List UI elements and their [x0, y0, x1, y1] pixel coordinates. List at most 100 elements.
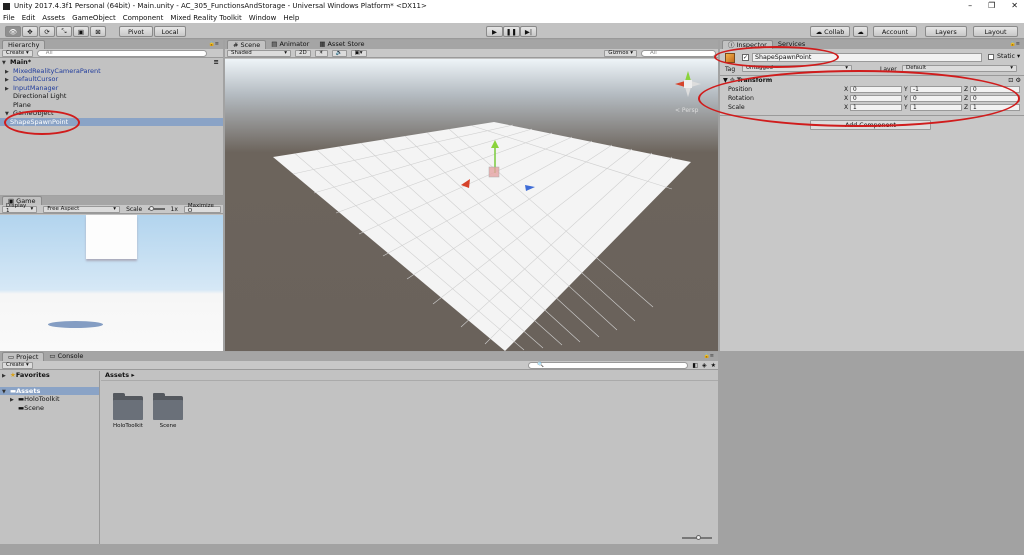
foldout-arrow-icon[interactable]: ▼ [723, 77, 730, 84]
hierarchy-create-button[interactable]: Create ▾ [2, 49, 33, 57]
minimize-button[interactable]: – [968, 0, 972, 12]
transform-tool-icon[interactable]: ⊠ [90, 26, 106, 37]
scale-x-field[interactable]: 1 [850, 104, 902, 111]
position-y-field[interactable]: -1 [910, 86, 962, 93]
scene-root-row[interactable]: ▼ Main* ≡ [0, 58, 223, 67]
hierarchy-item-plane[interactable]: Plane [0, 101, 223, 110]
hierarchy-item-defaultcursor[interactable]: ▶ DefaultCursor [0, 75, 223, 84]
shading-dropdown[interactable]: Shaded ▾ [227, 49, 291, 57]
effects-dropdown-icon[interactable]: ▣▾ [350, 49, 367, 57]
project-breadcrumb[interactable]: Assets ▸ [101, 371, 718, 381]
scene-menu-icon[interactable]: ≡ [214, 58, 219, 67]
hierarchy-search-input[interactable]: All [36, 49, 207, 57]
menu-file[interactable]: File [3, 14, 15, 22]
services-cloud-button[interactable]: ☁ [853, 26, 868, 37]
menu-window[interactable]: Window [249, 14, 277, 22]
game-viewport[interactable] [0, 215, 223, 351]
collapsed-arrow-icon[interactable]: ▶ [2, 372, 10, 381]
static-label[interactable]: Static ▾ [997, 53, 1020, 60]
transform-header[interactable]: ▼ ✥ Transform ⊡ ⚙ [723, 76, 1021, 85]
tab-animator[interactable]: ▤ Animator [266, 40, 314, 49]
lock-icon[interactable]: 🔒≡ [209, 41, 219, 47]
tree-item-scene[interactable]: ▬Scene [0, 404, 99, 413]
rotation-y-field[interactable]: 0 [910, 95, 962, 102]
filter-type-icon[interactable]: ◧ [692, 362, 698, 369]
local-toggle[interactable]: Local [154, 26, 186, 37]
layer-dropdown[interactable]: Default ▾ [902, 65, 1017, 72]
hierarchy-item-gameobject[interactable]: ▼ GameObject [0, 109, 223, 118]
filter-label-icon[interactable]: ◈ [702, 362, 707, 369]
audio-toggle-icon[interactable]: 🔈 [331, 49, 347, 57]
menu-gameobject[interactable]: GameObject [72, 14, 116, 22]
account-dropdown[interactable]: Account [873, 26, 917, 37]
maximize-button[interactable]: ❐ [988, 0, 995, 12]
project-create-button[interactable]: Create ▾ [2, 361, 33, 369]
scale-y-field[interactable]: 1 [910, 104, 962, 111]
tab-hierarchy[interactable]: Hierarchy [2, 40, 46, 49]
folder-icon[interactable] [153, 393, 183, 420]
gizmos-dropdown[interactable]: Gizmos ▾ [604, 49, 637, 57]
rotation-z-field[interactable]: 0 [970, 95, 1020, 102]
menu-component[interactable]: Component [123, 14, 164, 22]
2d-toggle[interactable]: 2D [295, 49, 311, 57]
scale-slider[interactable] [148, 206, 165, 211]
folder-icon[interactable] [113, 393, 143, 420]
project-lock-icon[interactable]: 🔒≡ [704, 353, 714, 359]
hierarchy-item-inputmanager[interactable]: ▶ InputManager [0, 84, 223, 93]
move-tool-icon[interactable]: ✥ [22, 26, 38, 37]
tab-inspector[interactable]: ⓘ Inspector [722, 40, 773, 49]
rect-tool-icon[interactable]: ▣ [73, 26, 89, 37]
hand-tool-icon[interactable]: 👁 [5, 26, 21, 37]
static-checkbox[interactable] [988, 54, 994, 60]
shading-label: Shaded [231, 49, 252, 56]
pivot-toggle[interactable]: Pivot [119, 26, 153, 37]
menu-help[interactable]: Help [283, 14, 299, 22]
play-button[interactable]: ▶ [486, 26, 503, 37]
add-component-button[interactable]: Add Component [810, 120, 931, 130]
tab-console[interactable]: ▭ Console [44, 352, 88, 361]
tab-project[interactable]: ▭ Project [2, 352, 45, 361]
scene-search-input[interactable]: All [641, 49, 716, 57]
active-checkbox[interactable]: ✓ [742, 54, 749, 61]
menu-edit[interactable]: Edit [22, 14, 36, 22]
layout-dropdown[interactable]: Layout [973, 26, 1018, 37]
position-x-field[interactable]: 0 [850, 86, 902, 93]
icon-size-slider[interactable] [682, 535, 712, 540]
rotate-tool-icon[interactable]: ⟳ [39, 26, 55, 37]
scene-viewport[interactable]: < Persp [225, 59, 718, 351]
hierarchy-item-directional-light[interactable]: Directional Light [0, 92, 223, 101]
hierarchy-item-mixedrealitycameraparent[interactable]: ▶ MixedRealityCameraParent [0, 67, 223, 76]
rotation-x-field[interactable]: 0 [850, 95, 902, 102]
object-name-input[interactable]: ShapeSpawnPoint [752, 53, 982, 62]
favorites-row[interactable]: ▶ ★Favorites [0, 371, 99, 380]
inspector-lock-icon[interactable]: 🔒≡ [1010, 41, 1020, 47]
aspect-dropdown[interactable]: Free Aspect ▾ [43, 205, 121, 213]
favorite-star-icon[interactable]: ★ [711, 362, 716, 369]
scene-orientation-gizmo[interactable] [673, 69, 703, 99]
persp-label[interactable]: < Persp [675, 107, 698, 114]
collab-dropdown[interactable]: ☁ Collab [810, 26, 850, 37]
close-button[interactable]: ✕ [1011, 0, 1018, 12]
tree-item-holotoolkit[interactable]: ▶ ▬HoloToolkit [0, 395, 99, 404]
lighting-toggle-icon[interactable]: ☀ [314, 49, 328, 57]
assets-root-row[interactable]: ▼ ▬Assets [0, 386, 99, 395]
layers-dropdown[interactable]: Layers [925, 26, 967, 37]
tab-asset-store[interactable]: ▦ Asset Store [314, 40, 369, 49]
gizmo-center [488, 166, 500, 178]
position-z-field[interactable]: 0 [970, 86, 1020, 93]
tab-services[interactable]: Services [773, 40, 810, 49]
project-search-input[interactable]: 🔍 [528, 361, 689, 369]
maximize-on-play-toggle[interactable]: Maximize O [183, 203, 221, 214]
component-settings-icon[interactable]: ⊡ ⚙ [1008, 77, 1021, 84]
scale-z-field[interactable]: 1 [970, 104, 1020, 111]
tab-scene[interactable]: # Scene [227, 40, 267, 49]
pause-button[interactable]: ❚❚ [503, 26, 520, 37]
step-button[interactable]: ▶| [520, 26, 537, 37]
scale-tool-icon[interactable]: ⤡ [56, 26, 72, 37]
tag-dropdown[interactable]: Untagged ▾ [742, 65, 852, 72]
tree-item-label: HoloToolkit [24, 395, 60, 403]
hierarchy-item-shapespawnpoint[interactable]: ShapeSpawnPoint [0, 117, 223, 126]
menu-assets[interactable]: Assets [42, 14, 65, 22]
display-dropdown[interactable]: Display 1 ▾ [2, 203, 38, 214]
menu-mixed-reality-toolkit[interactable]: Mixed Reality Toolkit [170, 14, 241, 22]
